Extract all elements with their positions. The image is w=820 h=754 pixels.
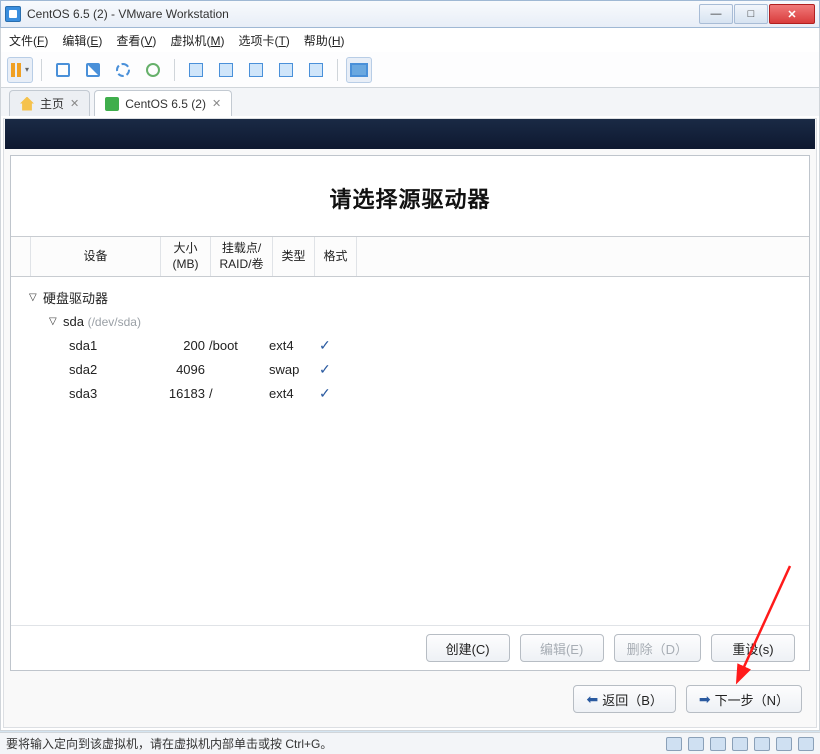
tab-home[interactable]: 主页 ✕	[9, 90, 90, 116]
device-icon[interactable]	[710, 737, 726, 751]
tree-row-disk[interactable]: ▽ sda (/dev/sda)	[11, 309, 809, 333]
tab-vm-close[interactable]: ✕	[212, 97, 221, 110]
menu-help[interactable]: 帮助(H)	[304, 32, 345, 49]
back-button[interactable]: ⬅返回（B）	[573, 685, 675, 713]
menu-tabs[interactable]: 选项卡(T)	[238, 32, 289, 49]
partition-action-row: 创建(C) 编辑(E) 删除（D） 重设(s)	[11, 625, 809, 670]
device-icon[interactable]	[798, 737, 814, 751]
separator	[41, 59, 42, 81]
col-size[interactable]: 大小 (MB)	[161, 237, 211, 276]
window-title: CentOS 6.5 (2) - VMware Workstation	[27, 7, 699, 21]
check-icon: ✓	[319, 337, 349, 354]
snapshot-manager-button[interactable]	[80, 57, 106, 83]
device-icon[interactable]	[666, 737, 682, 751]
col-device[interactable]: 设备	[31, 237, 161, 276]
device-icon[interactable]	[688, 737, 704, 751]
menu-bar: 文件(F) 编辑(E) 查看(V) 虚拟机(M) 选项卡(T) 帮助(H)	[0, 28, 820, 52]
device-icon[interactable]	[732, 737, 748, 751]
arrow-left-icon: ⬅	[586, 691, 598, 708]
unity-button[interactable]	[273, 57, 299, 83]
status-text: 要将输入定向到该虚拟机，请在虚拟机内部单击或按 Ctrl+G。	[6, 735, 666, 752]
nav-button-row: ⬅返回（B） ➡下一步（N）	[4, 677, 816, 727]
check-icon: ✓	[319, 361, 349, 378]
power-button[interactable]: ▾	[7, 57, 33, 83]
minimize-button[interactable]: —	[699, 4, 733, 24]
fullscreen-button[interactable]	[243, 57, 269, 83]
next-button[interactable]: ➡下一步（N）	[686, 685, 802, 713]
separator	[174, 59, 175, 81]
console-view-button[interactable]	[346, 57, 372, 83]
view-button-5[interactable]	[303, 57, 329, 83]
installer-panel: 请选择源驱动器 设备 大小 (MB) 挂载点/ RAID/卷 类型 格式 ▽ 硬…	[10, 155, 810, 671]
revert-button[interactable]	[110, 57, 136, 83]
view-button-1[interactable]	[183, 57, 209, 83]
manage-button[interactable]	[140, 57, 166, 83]
vm-container: 请选择源驱动器 设备 大小 (MB) 挂载点/ RAID/卷 类型 格式 ▽ 硬…	[0, 116, 820, 731]
menu-view[interactable]: 查看(V)	[116, 32, 156, 49]
status-device-icons	[666, 737, 814, 751]
device-icon[interactable]	[754, 737, 770, 751]
col-format[interactable]: 格式	[315, 237, 357, 276]
check-icon: ✓	[319, 385, 349, 402]
tab-home-close[interactable]: ✕	[70, 97, 79, 110]
tab-home-label: 主页	[40, 95, 64, 112]
col-mount[interactable]: 挂载点/ RAID/卷	[211, 237, 273, 276]
close-button[interactable]: ✕	[769, 4, 815, 24]
menu-edit[interactable]: 编辑(E)	[62, 32, 102, 49]
tree-row-root[interactable]: ▽ 硬盘驱动器	[11, 285, 809, 309]
view-button-2[interactable]	[213, 57, 239, 83]
tree-row-partition[interactable]: sda2 4096 swap ✓	[11, 357, 809, 381]
snapshot-button[interactable]	[50, 57, 76, 83]
reset-button[interactable]: 重设(s)	[711, 634, 795, 662]
tab-vm-label: CentOS 6.5 (2)	[125, 97, 206, 111]
menu-file[interactable]: 文件(F)	[9, 32, 48, 49]
partition-tree: ▽ 硬盘驱动器 ▽ sda (/dev/sda) sda1 200 /boot …	[11, 277, 809, 625]
tree-row-partition[interactable]: sda1 200 /boot ext4 ✓	[11, 333, 809, 357]
tab-vm[interactable]: CentOS 6.5 (2) ✕	[94, 90, 232, 116]
edit-button[interactable]: 编辑(E)	[520, 634, 604, 662]
installer-heading: 请选择源驱动器	[11, 156, 809, 236]
partition-table-header: 设备 大小 (MB) 挂载点/ RAID/卷 类型 格式	[11, 236, 809, 277]
col-type[interactable]: 类型	[273, 237, 315, 276]
tab-strip: 主页 ✕ CentOS 6.5 (2) ✕	[0, 88, 820, 116]
app-icon	[5, 6, 21, 22]
menu-vm[interactable]: 虚拟机(M)	[170, 32, 224, 49]
delete-button[interactable]: 删除（D）	[614, 634, 701, 662]
create-button[interactable]: 创建(C)	[426, 634, 510, 662]
separator	[337, 59, 338, 81]
vm-icon	[105, 97, 119, 111]
status-bar: 要将输入定向到该虚拟机，请在虚拟机内部单击或按 Ctrl+G。	[0, 732, 820, 754]
expand-icon[interactable]: ▽	[29, 292, 39, 303]
window-titlebar: CentOS 6.5 (2) - VMware Workstation — □ …	[0, 0, 820, 28]
arrow-right-icon: ➡	[699, 691, 711, 708]
tree-row-partition[interactable]: sda3 16183 / ext4 ✓	[11, 381, 809, 405]
home-icon	[20, 97, 34, 111]
toolbar: ▾	[0, 52, 820, 88]
vm-screen[interactable]: 请选择源驱动器 设备 大小 (MB) 挂载点/ RAID/卷 类型 格式 ▽ 硬…	[3, 118, 817, 728]
maximize-button[interactable]: □	[734, 4, 768, 24]
device-icon[interactable]	[776, 737, 792, 751]
installer-banner	[5, 119, 815, 149]
expand-icon[interactable]: ▽	[49, 316, 59, 327]
